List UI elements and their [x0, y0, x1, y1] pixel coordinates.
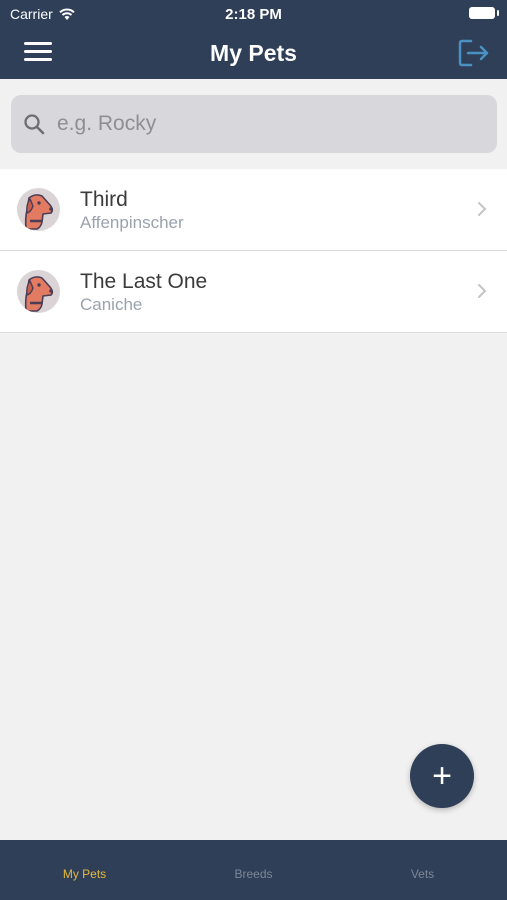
status-time: 2:18 PM	[225, 6, 282, 23]
pet-name: The Last One	[80, 270, 208, 293]
plus-icon: +	[432, 756, 452, 795]
search-input[interactable]	[57, 112, 457, 136]
add-pet-button[interactable]: +	[410, 744, 474, 808]
my-pets-screen: Carrier 2:18 PM My Pets e.g. Rocky Third…	[0, 0, 507, 900]
search-icon	[23, 113, 45, 135]
pet-name: Third	[80, 188, 128, 211]
chevron-right-icon	[478, 284, 487, 298]
list-item[interactable]: Third Affenpinscher	[0, 169, 507, 251]
tab-breeds[interactable]: Breeds	[169, 840, 338, 900]
page-title: My Pets	[210, 40, 297, 66]
search-bar	[11, 95, 497, 153]
battery-icon	[469, 7, 499, 19]
logout-icon[interactable]	[457, 38, 491, 68]
dog-avatar-icon	[17, 270, 60, 313]
tab-my-pets[interactable]: My Pets	[0, 840, 169, 900]
header: Carrier 2:18 PM My Pets	[0, 0, 507, 79]
pet-list: Third Affenpinscher The Last One Caniche	[0, 169, 507, 333]
chevron-right-icon	[478, 202, 487, 216]
tab-bar: My Pets Breeds Vets	[0, 840, 507, 900]
pet-breed: Affenpinscher	[80, 213, 184, 232]
tab-vets[interactable]: Vets	[338, 840, 507, 900]
pet-breed: Caniche	[80, 295, 143, 314]
dog-avatar-icon	[17, 188, 60, 231]
status-bar: Carrier 2:18 PM	[0, 0, 507, 28]
list-item[interactable]: The Last One Caniche	[0, 251, 507, 333]
